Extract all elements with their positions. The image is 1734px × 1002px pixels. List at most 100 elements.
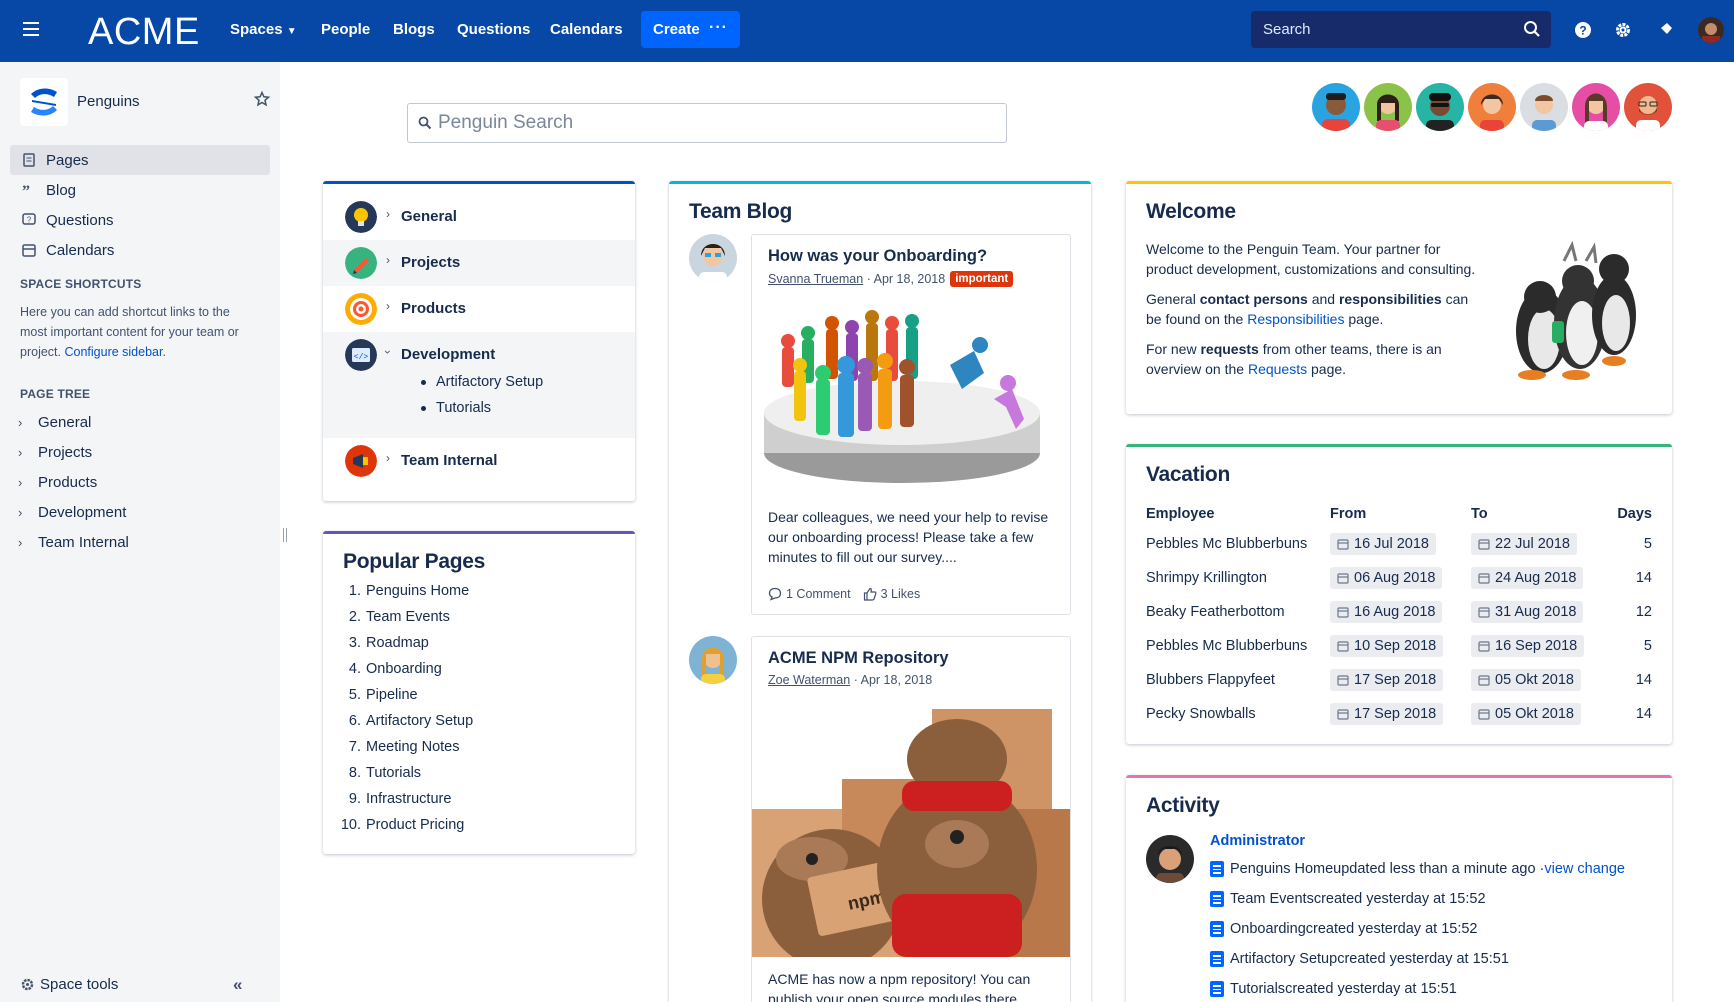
post-author[interactable]: Svanna Trueman — [768, 272, 863, 286]
to-date: 05 Okt 2018 — [1471, 669, 1581, 691]
column-header-to[interactable]: To — [1471, 506, 1488, 522]
category-child-artifactory-setup[interactable]: Artifactory Setup — [421, 374, 543, 390]
chevron-right-icon[interactable]: › — [18, 415, 28, 430]
activity-page[interactable]: Penguins Home — [1230, 861, 1333, 877]
activity-user[interactable]: Administrator — [1210, 833, 1305, 849]
calendar-icon — [1337, 709, 1349, 720]
column-header-days[interactable]: Days — [1617, 506, 1652, 522]
search-input[interactable]: Search — [1251, 11, 1551, 48]
popular-item[interactable]: 3. Roadmap — [340, 635, 429, 651]
popular-item[interactable]: 1. Penguins Home — [340, 583, 469, 599]
category-products[interactable]: › Products — [323, 286, 635, 332]
avatar[interactable] — [1624, 83, 1672, 131]
chevron-right-icon[interactable]: › — [386, 207, 390, 221]
popular-item[interactable]: 2. Team Events — [340, 609, 450, 625]
popular-item[interactable]: 4. Onboarding — [340, 661, 442, 677]
avatar[interactable] — [1146, 835, 1194, 883]
activity-page[interactable]: Tutorials — [1230, 981, 1285, 997]
tree-item-general[interactable]: › General — [18, 414, 91, 431]
avatar[interactable] — [689, 636, 737, 684]
space-logo[interactable] — [20, 78, 68, 126]
category-team-internal[interactable]: › Team Internal — [323, 438, 635, 484]
like-icon[interactable] — [863, 587, 877, 601]
avatar[interactable] — [1468, 83, 1516, 131]
space-name[interactable]: Penguins — [77, 93, 140, 110]
chevron-right-icon[interactable]: › — [386, 451, 390, 465]
menu-icon[interactable] — [23, 22, 39, 38]
popular-item[interactable]: 5. Pipeline — [340, 687, 418, 703]
chevron-down-icon[interactable]: › — [381, 350, 395, 354]
avatar[interactable] — [1416, 83, 1464, 131]
category-development[interactable]: </> › Development Artifactory Setup Tuto… — [323, 332, 635, 438]
comment-count[interactable]: 1 Comment — [786, 587, 851, 601]
avatar[interactable] — [1520, 83, 1568, 131]
user-avatar[interactable] — [1698, 17, 1724, 43]
avatar[interactable] — [1364, 83, 1412, 131]
nav-people[interactable]: People — [321, 21, 370, 38]
popular-item[interactable]: 10. Product Pricing — [340, 817, 465, 833]
popular-item[interactable]: 8. Tutorials — [340, 765, 421, 781]
chevron-right-icon[interactable]: › — [18, 505, 28, 520]
comment-icon[interactable] — [768, 587, 782, 601]
category-child-tutorials[interactable]: Tutorials — [421, 400, 491, 416]
welcome-text: Welcome to the Penguin Team. Your partne… — [1146, 239, 1486, 389]
sidebar-resize-handle[interactable] — [283, 528, 287, 542]
category-general[interactable]: › General — [323, 194, 635, 240]
acme-logo[interactable]: ACME — [88, 11, 200, 54]
collapse-sidebar-icon[interactable]: « — [233, 975, 242, 995]
blog-post[interactable]: ACME NPM Repository Zoe Waterman · Apr 1… — [751, 636, 1071, 1002]
sidebar-item-questions[interactable]: ? Questions — [10, 205, 270, 235]
text: responsibilities — [1338, 291, 1442, 307]
popular-item[interactable]: 7. Meeting Notes — [340, 739, 460, 755]
tree-item-projects[interactable]: › Projects — [18, 444, 92, 461]
item-number: 10. — [340, 817, 361, 833]
activity-page[interactable]: Artifactory Setup — [1230, 951, 1337, 967]
chevron-right-icon[interactable]: › — [18, 475, 28, 490]
chevron-right-icon[interactable]: › — [18, 445, 28, 460]
date-value: 16 Sep 2018 — [1495, 638, 1578, 654]
avatar[interactable] — [689, 234, 737, 282]
chevron-right-icon[interactable]: › — [386, 299, 390, 313]
chevron-right-icon[interactable]: › — [18, 535, 28, 550]
activity-page[interactable]: Team Events — [1230, 891, 1314, 907]
gear-icon[interactable] — [1613, 20, 1633, 40]
nav-spaces[interactable]: Spaces ▼ — [230, 21, 297, 38]
sidebar-item-blog[interactable]: ” Blog — [10, 175, 270, 205]
blog-post[interactable]: How was your Onboarding? Svanna Trueman … — [751, 234, 1071, 615]
configure-sidebar-link[interactable]: Configure sidebar — [64, 345, 162, 359]
column-header-employee[interactable]: Employee — [1146, 506, 1215, 522]
avatar[interactable] — [1312, 83, 1360, 131]
create-button[interactable]: Create ··· — [641, 11, 740, 48]
star-icon[interactable] — [254, 91, 270, 107]
sidebar-item-calendars[interactable]: Calendars — [10, 235, 270, 265]
nav-calendars[interactable]: Calendars — [550, 21, 623, 38]
help-icon[interactable]: ? — [1573, 20, 1593, 40]
penguin-search-input[interactable]: Penguin Search — [407, 103, 1007, 143]
more-icon[interactable]: ··· — [709, 19, 728, 37]
responsibilities-link[interactable]: Responsibilities — [1247, 311, 1344, 327]
category-projects[interactable]: › Projects — [323, 240, 635, 286]
notification-icon[interactable] — [1655, 20, 1675, 40]
tree-item-team-internal[interactable]: › Team Internal — [18, 534, 129, 551]
like-count[interactable]: 3 Likes — [881, 587, 921, 601]
item-label: Pipeline — [366, 687, 418, 703]
important-label[interactable]: important — [950, 271, 1014, 287]
sidebar-item-pages[interactable]: Pages — [10, 145, 270, 175]
space-tools-button[interactable]: Space tools — [20, 976, 118, 993]
nav-questions[interactable]: Questions — [457, 21, 530, 38]
avatar[interactable] — [1572, 83, 1620, 131]
popular-item[interactable]: 6. Artifactory Setup — [340, 713, 473, 729]
column-header-from[interactable]: From — [1330, 506, 1366, 522]
tree-item-development[interactable]: › Development — [18, 504, 126, 521]
requests-link[interactable]: Requests — [1248, 361, 1307, 377]
post-title[interactable]: ACME NPM Repository — [768, 649, 949, 668]
tree-item-products[interactable]: › Products — [18, 474, 97, 491]
post-author[interactable]: Zoe Waterman — [768, 673, 850, 687]
activity-page[interactable]: Onboarding — [1230, 921, 1306, 937]
post-title[interactable]: How was your Onboarding? — [768, 247, 987, 266]
card-accent — [1126, 775, 1672, 778]
nav-blogs[interactable]: Blogs — [393, 21, 435, 38]
popular-item[interactable]: 9. Infrastructure — [340, 791, 452, 807]
chevron-right-icon[interactable]: › — [386, 253, 390, 267]
view-change-link[interactable]: view change — [1544, 861, 1625, 877]
